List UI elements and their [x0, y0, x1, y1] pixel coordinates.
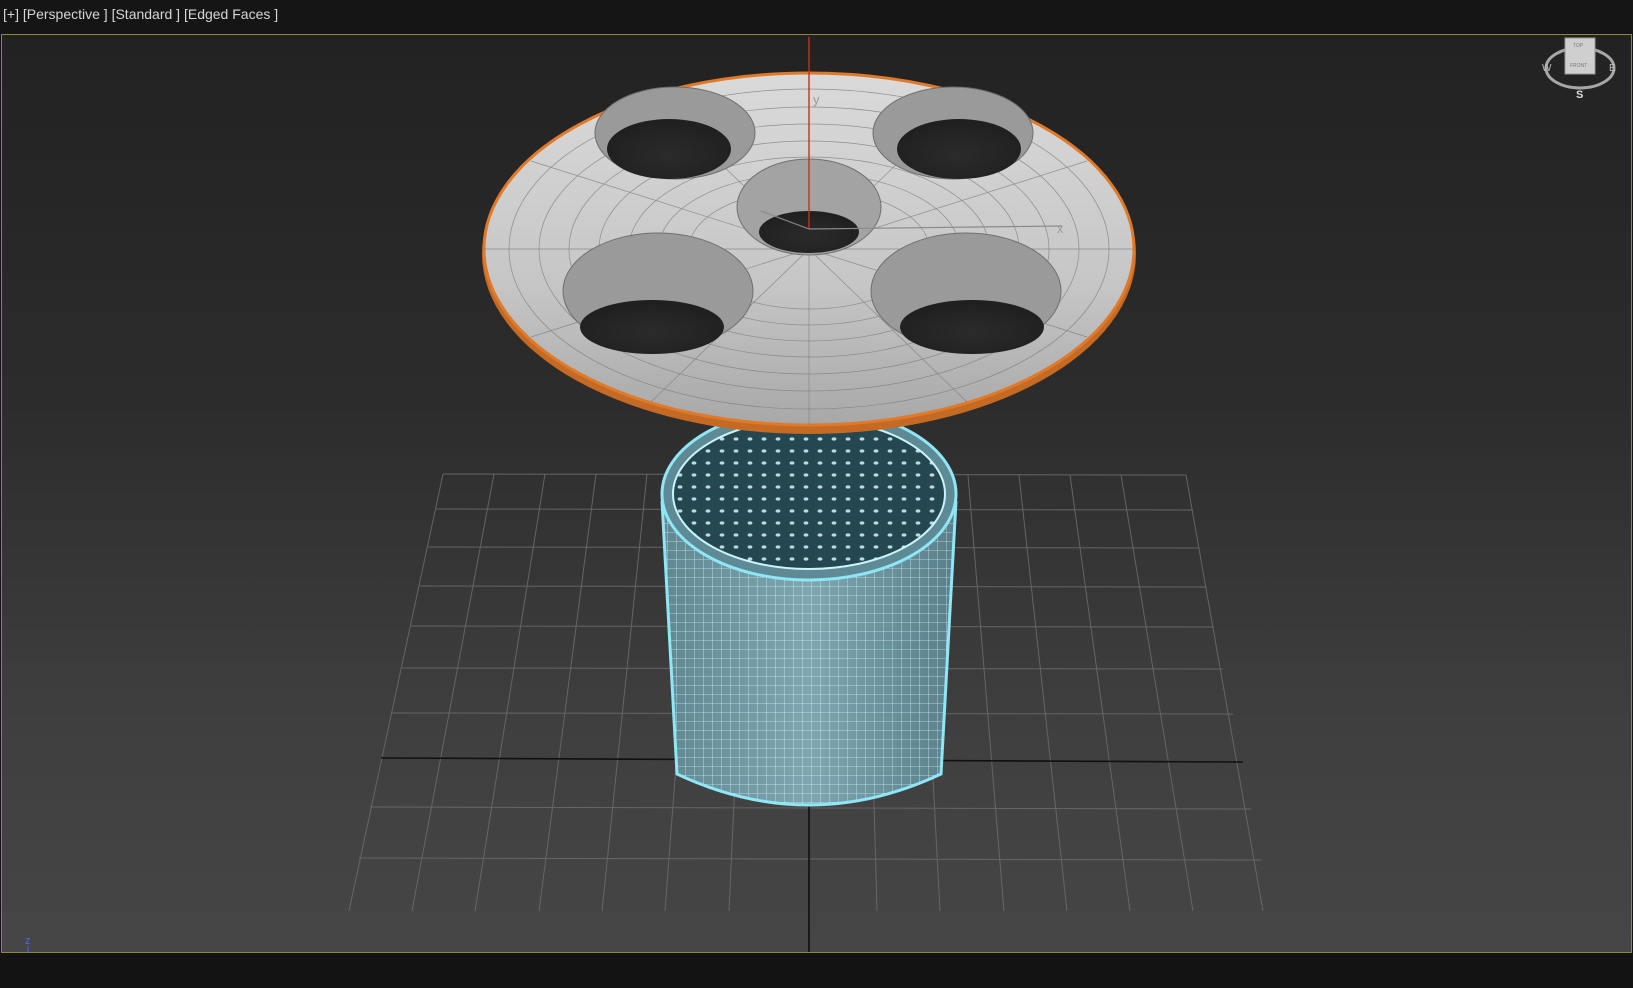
viewport-label: [+] [Perspective ] [Standard ] [Edged Fa… [3, 6, 278, 22]
viewport-shading-menu[interactable]: [Standard ] [112, 6, 181, 22]
tripod-z-label: z [25, 935, 31, 947]
axis-tripod: z x [25, 935, 31, 952]
viewport-display-menu[interactable]: [Edged Faces ] [184, 6, 278, 22]
viewcube-west-label: W [1542, 63, 1552, 74]
viewcube-east-label: E [1609, 63, 1616, 74]
cylinder-object[interactable] [651, 406, 971, 841]
gizmo-x-label: x [1057, 221, 1064, 236]
gizmo-y-label: y [813, 92, 820, 107]
viewport-header: [+] [Perspective ] [Standard ] [Edged Fa… [0, 0, 1633, 33]
viewcube-front-label: FRONT [1570, 63, 1587, 69]
viewport-plus-menu[interactable]: [+] [3, 6, 19, 22]
viewport-scene: y x TOP FRONT W E S z x [25, 37, 1616, 952]
viewcube-south-label: S [1576, 89, 1583, 101]
viewport-footer [0, 953, 1633, 988]
viewcube[interactable]: TOP FRONT W E S [1542, 37, 1616, 101]
viewport-view-menu[interactable]: [Perspective ] [23, 6, 108, 22]
viewcube-top-label: TOP [1573, 43, 1584, 49]
perspective-viewport[interactable]: y x TOP FRONT W E S z x [1, 34, 1632, 953]
